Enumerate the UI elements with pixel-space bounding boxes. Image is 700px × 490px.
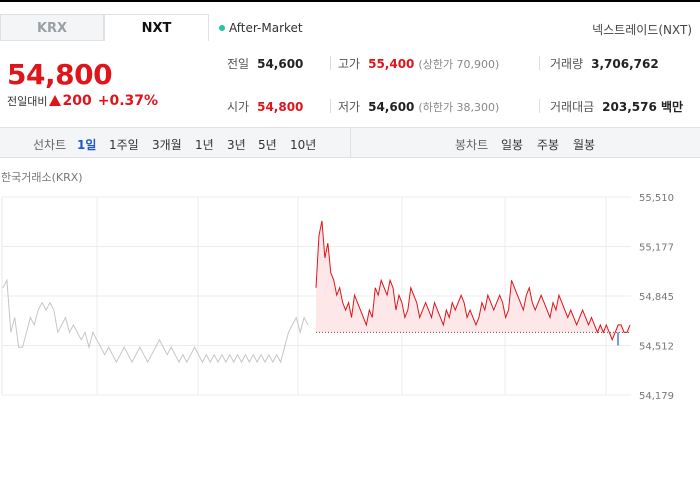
stat-value: 3,706,762 — [591, 57, 659, 71]
series-area-nxt — [316, 220, 630, 340]
period-1d[interactable]: 1일 — [77, 136, 96, 153]
stat-label: 시가 — [227, 100, 250, 114]
period-1y[interactable]: 1년 — [195, 136, 214, 153]
stat-low: 저가 54,600 (하한가 38,300) — [338, 98, 499, 115]
stat-value: 54,600 — [257, 57, 304, 71]
chart-title: 한국거래소(KRX) — [1, 171, 83, 184]
after-market-status: After-Market — [219, 21, 303, 35]
candle-weekly[interactable]: 주봉 — [537, 136, 559, 153]
stat-label: 거래대금 — [550, 100, 595, 114]
y-tick-label: 54,512 — [639, 342, 674, 353]
nextrade-link[interactable]: 넥스트레이드(NXT) — [592, 21, 692, 38]
price-change: 전일대비 200 +0.37% — [7, 93, 158, 109]
after-market-label: After-Market — [229, 21, 303, 35]
change-amount: 200 — [62, 93, 92, 109]
top-border — [0, 0, 700, 2]
candle-daily[interactable]: 일봉 — [501, 136, 523, 153]
stat-value: 54,800 — [257, 100, 304, 114]
tab-nxt[interactable]: NXT — [104, 14, 209, 41]
upper-limit: (상한가 70,900) — [418, 58, 500, 71]
candle-chart-label: 봉차트 — [455, 138, 489, 152]
stat-trade-value: 거래대금 203,576 백만 — [550, 98, 683, 115]
period-3y[interactable]: 3년 — [227, 136, 246, 153]
stat-value: 203,576 백만 — [602, 100, 684, 114]
period-5y[interactable]: 5년 — [258, 136, 277, 153]
stat-prev-close: 전일 54,600 — [227, 55, 303, 72]
status-dot-icon — [219, 25, 225, 31]
current-price: 54,800 — [7, 58, 113, 91]
stat-label: 전일 — [227, 57, 250, 71]
y-tick-label: 54,179 — [639, 391, 674, 400]
divider — [350, 128, 351, 157]
stat-open: 시가 54,800 — [227, 98, 303, 115]
tab-krx[interactable]: KRX — [0, 14, 104, 41]
stat-high: 고가 55,400 (상한가 70,900) — [338, 55, 499, 72]
divider — [539, 56, 540, 70]
series-line-krx — [2, 278, 309, 364]
line-chart-label: 선차트 — [33, 138, 67, 152]
candle-monthly[interactable]: 월봉 — [573, 136, 595, 153]
divider — [330, 99, 331, 113]
up-arrow-icon — [49, 95, 62, 106]
divider — [539, 99, 540, 113]
period-3m[interactable]: 3개월 — [152, 136, 182, 153]
stat-label: 저가 — [338, 100, 361, 114]
stat-label: 고가 — [338, 57, 361, 71]
y-tick-label: 55,510 — [639, 193, 674, 204]
intraday-price-chart: 55,510 55,177 54,845 54,512 54,179 — [1, 193, 674, 400]
change-percent: +0.37% — [97, 93, 159, 109]
y-tick-label: 55,177 — [639, 243, 674, 254]
stat-value: 54,600 — [368, 100, 415, 114]
chart-period-bar: 선차트 1일 1주일 3개월 1년 3년 5년 10년 봉차트 일봉 주봉 월봉 — [0, 127, 700, 158]
divider — [330, 56, 331, 70]
stat-label: 거래량 — [550, 57, 584, 71]
y-tick-label: 54,845 — [639, 292, 674, 303]
change-label: 전일대비 — [7, 95, 48, 108]
stat-volume: 거래량 3,706,762 — [550, 55, 659, 72]
stat-value: 55,400 — [368, 57, 415, 71]
period-1w[interactable]: 1주일 — [109, 136, 139, 153]
lower-limit: (하한가 38,300) — [418, 101, 500, 114]
period-10y[interactable]: 10년 — [290, 136, 316, 153]
